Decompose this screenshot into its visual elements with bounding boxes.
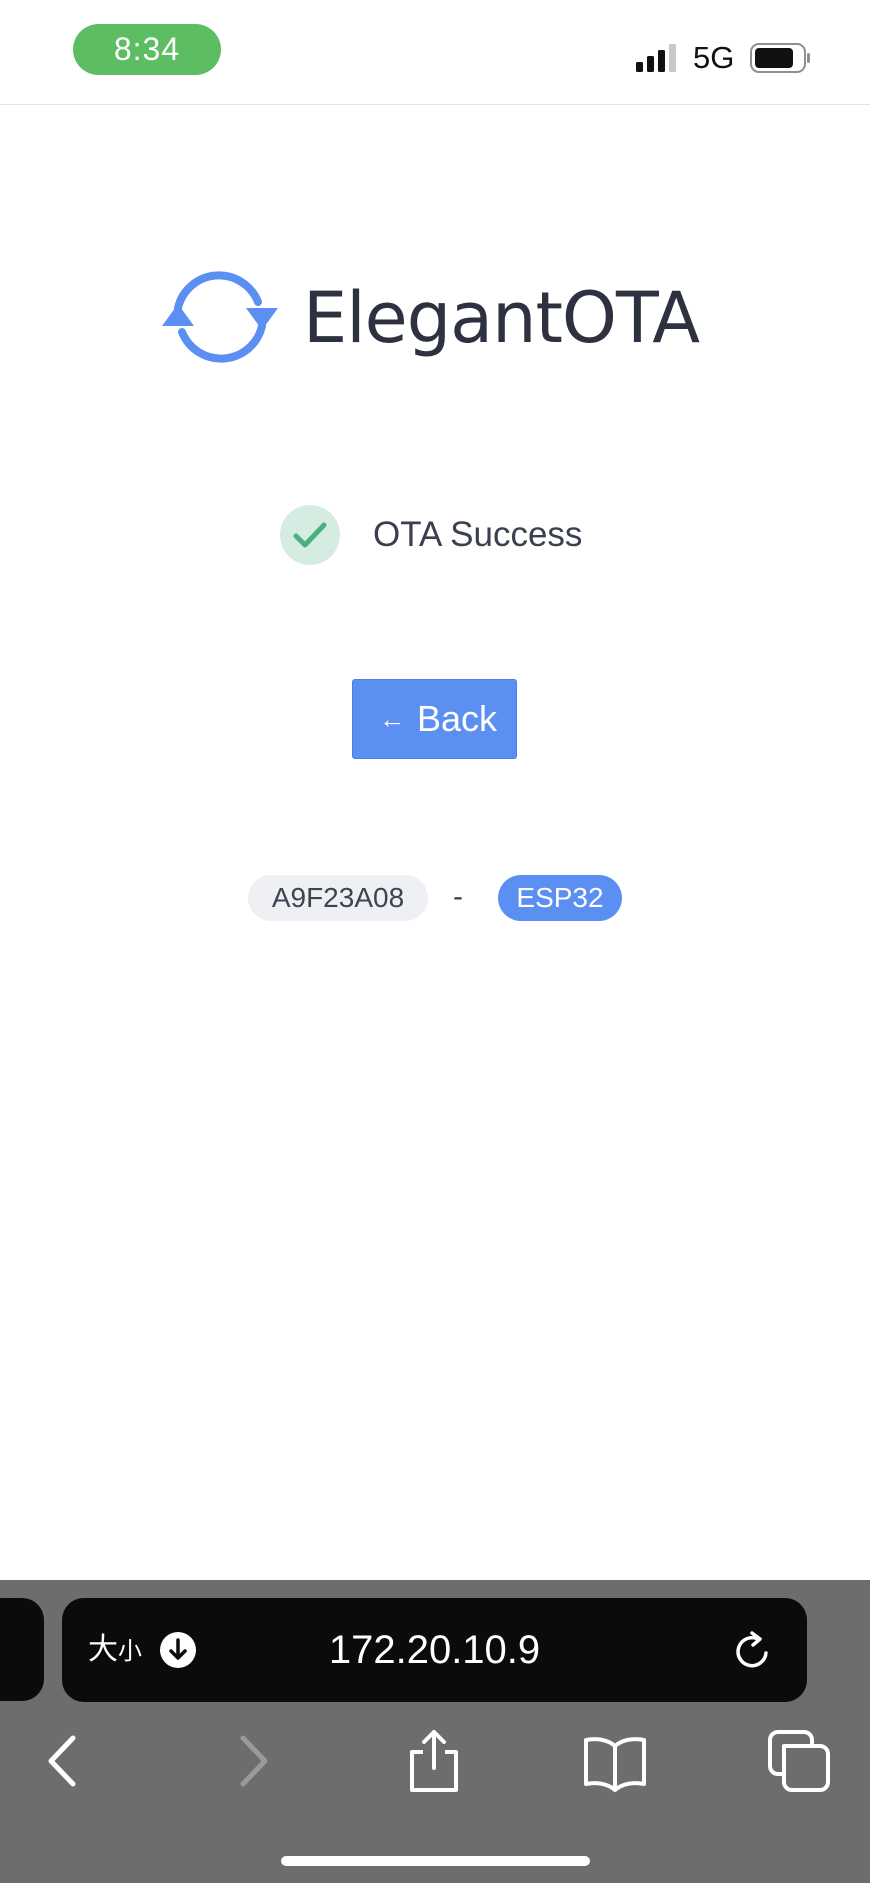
reload-icon[interactable]: [732, 1630, 774, 1672]
back-nav-icon[interactable]: [29, 1726, 99, 1796]
hardware-badge: ESP32: [498, 875, 622, 921]
arrow-left-icon: ←: [379, 704, 405, 734]
status-message: OTA Success: [373, 515, 583, 554]
signal-icon: [636, 44, 676, 72]
browser-toolbar: 大小 172.20.10.9: [0, 1580, 870, 1883]
page: 8:34 5G ElegantOTA OTA Success ← Back A9…: [0, 0, 870, 1883]
address-bar[interactable]: 大小 172.20.10.9: [62, 1598, 807, 1702]
ota-status: OTA Success: [280, 505, 680, 565]
separator: -: [453, 880, 463, 913]
elegantota-logo: ElegantOTA: [160, 262, 720, 372]
back-button-label: Back: [417, 698, 498, 739]
sync-logo-icon: [162, 271, 278, 363]
back-button[interactable]: ← Back: [352, 679, 517, 759]
network-type: 5G: [693, 40, 735, 75]
battery-icon: [750, 43, 810, 73]
device-info: A9F23A08 - ESP32: [248, 875, 628, 921]
share-icon[interactable]: [399, 1726, 469, 1796]
check-icon: [293, 522, 327, 548]
logo-text: ElegantOTA: [303, 277, 700, 359]
firmware-id-badge: A9F23A08: [248, 875, 428, 921]
status-bar: 8:34 5G: [0, 0, 870, 105]
tabs-icon[interactable]: [764, 1726, 834, 1796]
url-text[interactable]: 172.20.10.9: [62, 1598, 807, 1702]
home-indicator: [281, 1856, 590, 1866]
success-indicator: [280, 505, 340, 565]
status-time: 8:34: [73, 24, 221, 75]
forward-nav-icon[interactable]: [217, 1726, 287, 1796]
previous-tab-preview[interactable]: [0, 1598, 44, 1701]
bookmarks-icon[interactable]: [580, 1726, 650, 1796]
